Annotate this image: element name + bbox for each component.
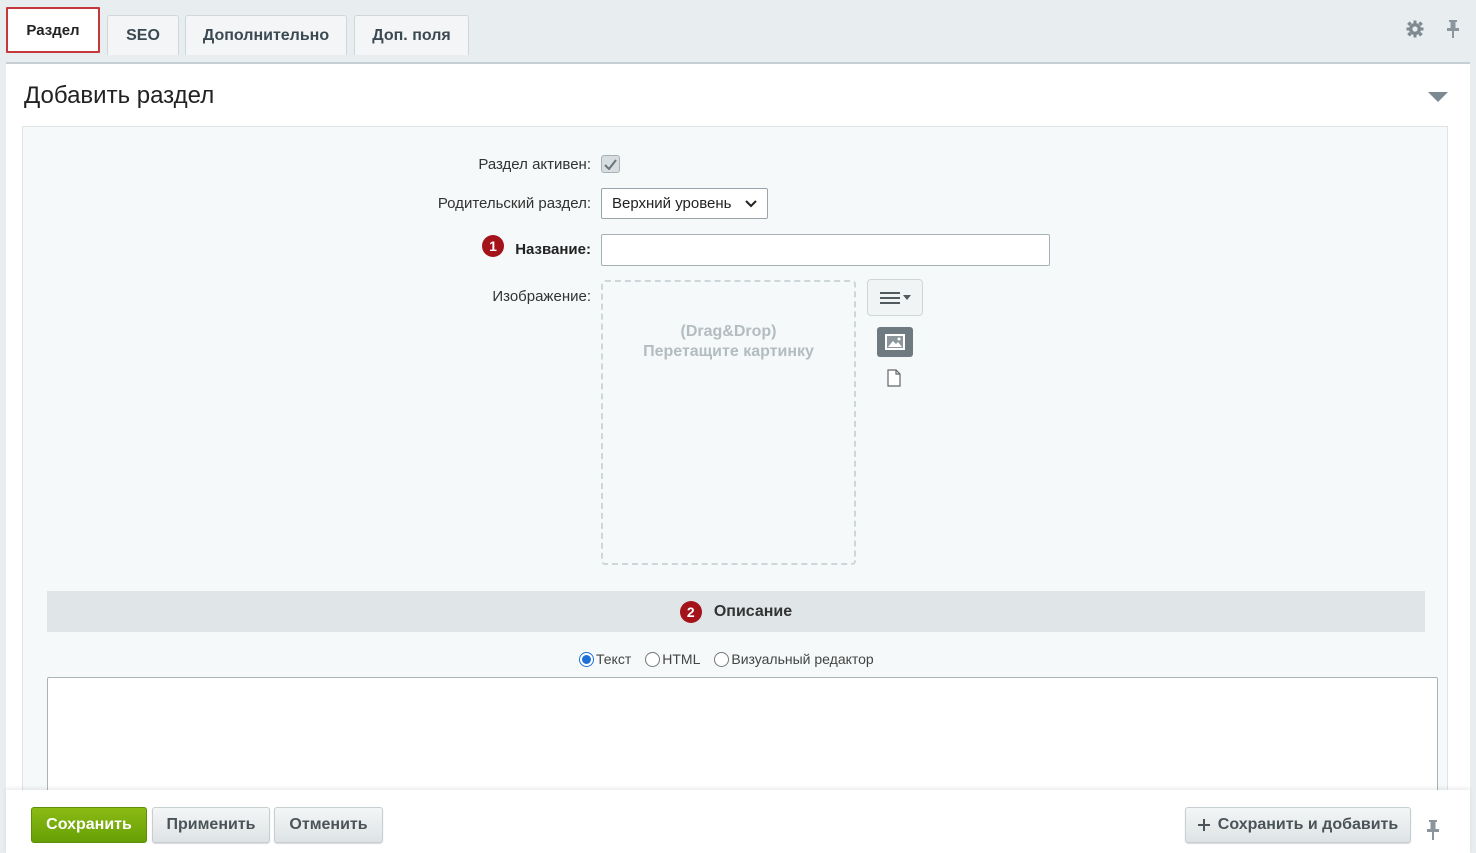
image-menu-button[interactable]: [867, 279, 923, 316]
image-upload-button[interactable]: [877, 327, 913, 357]
collapse-arrow-icon[interactable]: [1428, 92, 1448, 102]
page-title: Добавить раздел: [24, 82, 215, 109]
checkmark-icon: [604, 158, 617, 170]
description-title: Описание: [713, 602, 793, 620]
radio-html[interactable]: [645, 651, 661, 667]
cancel-button[interactable]: Отменить: [274, 807, 383, 843]
active-label: Раздел активен:: [478, 156, 591, 173]
pin-icon[interactable]: [1444, 20, 1462, 38]
tab-seo[interactable]: SEO: [107, 15, 179, 55]
radio-text[interactable]: [579, 651, 594, 667]
name-input[interactable]: [601, 234, 1050, 266]
active-checkbox[interactable]: [601, 155, 620, 173]
image-dropzone[interactable]: (Drag&Drop) Перетащите картинку: [601, 280, 856, 565]
mode-text-label: Текст: [596, 651, 632, 667]
name-label: Название:: [515, 241, 591, 258]
save-button[interactable]: Сохранить: [31, 807, 147, 843]
gear-icon[interactable]: [1406, 20, 1424, 38]
tab-extra-fields[interactable]: Доп. поля: [354, 15, 469, 55]
top-toolbar: [1406, 20, 1462, 38]
apply-button[interactable]: Применить: [152, 807, 270, 843]
mode-visual[interactable]: Визуальный редактор: [714, 651, 874, 667]
plus-icon: [1197, 819, 1210, 831]
chevron-down-icon: [745, 199, 757, 207]
file-icon[interactable]: [887, 369, 901, 387]
save-and-add-label: Сохранить и добавить: [1217, 816, 1399, 833]
dropzone-hint-line2: Перетащите картинку: [643, 343, 814, 360]
hamburger-icon: [879, 291, 900, 304]
description-mode-group: Текст HTML Визуальный редактор: [579, 651, 874, 667]
image-icon: [885, 334, 905, 350]
parent-section-label: Родительский раздел:: [437, 195, 591, 212]
description-section-header: 2 Описание: [47, 591, 1425, 632]
required-badge-1: 1: [482, 235, 504, 257]
description-textarea[interactable]: [47, 677, 1438, 807]
save-and-add-button[interactable]: Сохранить и добавить: [1185, 807, 1411, 843]
dropzone-hint-line1: (Drag&Drop): [680, 323, 777, 340]
tab-bar: Раздел SEO Дополнительно Доп. поля: [6, 7, 1476, 55]
footer-bar: Сохранить Применить Отменить Сохранить и…: [6, 790, 1470, 853]
mode-text[interactable]: Текст: [579, 651, 631, 667]
pin-icon[interactable]: [1426, 820, 1442, 840]
parent-section-select[interactable]: Верхний уровень: [601, 188, 768, 219]
mode-html[interactable]: HTML: [645, 651, 700, 667]
required-badge-2: 2: [679, 600, 702, 623]
parent-section-value: Верхний уровень: [612, 195, 732, 212]
form-area: Раздел активен: Родительский раздел: Вер…: [22, 126, 1448, 807]
caret-down-icon: [902, 295, 911, 300]
main-panel: Добавить раздел Раздел активен: Родитель…: [6, 62, 1470, 807]
image-label: Изображение:: [492, 288, 591, 305]
tab-section[interactable]: Раздел: [6, 7, 100, 53]
radio-visual[interactable]: [714, 651, 730, 667]
mode-html-label: HTML: [662, 651, 701, 667]
mode-visual-label: Визуальный редактор: [731, 651, 874, 667]
tab-additional[interactable]: Дополнительно: [185, 15, 347, 55]
